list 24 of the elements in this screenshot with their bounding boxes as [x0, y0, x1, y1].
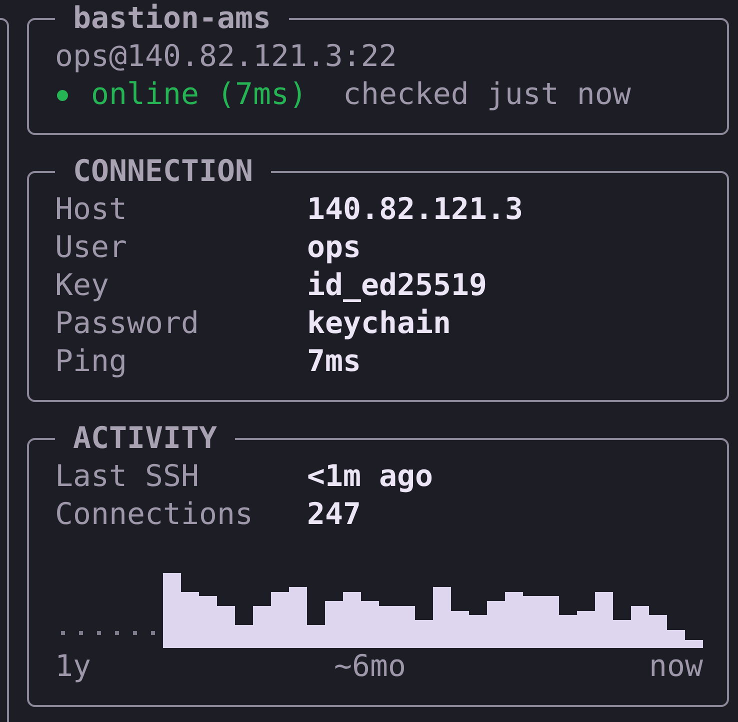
axis-label: ~6mo — [334, 648, 406, 686]
field-value: ops — [307, 229, 362, 267]
field-label: Key — [55, 267, 110, 305]
field-value: 247 — [307, 496, 362, 534]
field-value: keychain — [307, 305, 452, 343]
field-label: Host — [55, 191, 128, 229]
field-label: Password — [55, 305, 200, 343]
field-label: Connections — [55, 496, 254, 534]
axis-label: now — [648, 648, 703, 686]
field-value: <1m ago — [307, 458, 434, 496]
field-value: 7ms — [307, 343, 362, 381]
status-text: online (7ms) — [91, 76, 307, 114]
ssh-address: ops@140.82.121.3:22 — [55, 38, 398, 76]
field-label: User — [55, 229, 128, 267]
section-title: CONNECTION — [72, 153, 254, 191]
host-name: bastion-ams — [72, 0, 272, 38]
axis-label: 1y — [55, 648, 91, 686]
field-label: Ping — [55, 343, 128, 381]
field-label: Last SSH — [55, 458, 200, 496]
section-title: ACTIVITY — [72, 420, 218, 458]
field-value: id_ed25519 — [307, 267, 488, 305]
field-value: 140.82.121.3 — [307, 191, 524, 229]
status-note: checked just now — [342, 76, 631, 114]
status-dot-icon — [57, 90, 68, 100]
